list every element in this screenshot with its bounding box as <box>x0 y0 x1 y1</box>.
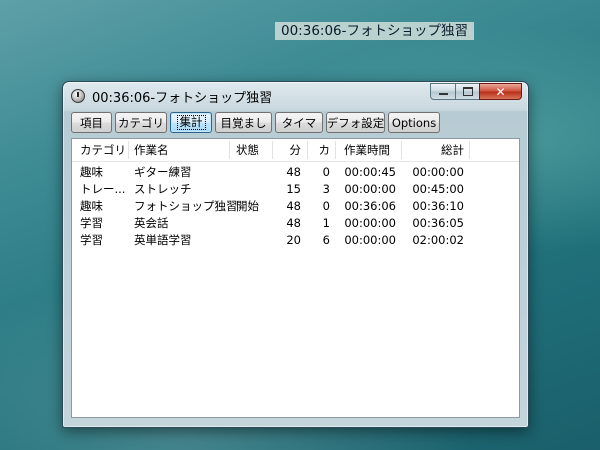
alarm-button[interactable]: 目覚まし <box>215 112 272 133</box>
task-list[interactable]: カテゴリ 作業名 状態 分 カ 作業時間 総計 趣味 ギター練習 48 0 00… <box>71 138 520 418</box>
table-row[interactable]: 学習 英会話 48 1 00:00:00 00:36:05 <box>72 215 519 232</box>
row-category: 学習 <box>80 216 103 230</box>
minimize-icon <box>438 93 448 95</box>
row-total: 00:36:10 <box>412 199 464 213</box>
maximize-button[interactable] <box>455 83 480 100</box>
row-work-time: 00:00:00 <box>344 216 396 230</box>
table-row[interactable]: 趣味 フォトショップ独習 開始 48 0 00:36:06 00:36:10 <box>72 198 519 215</box>
floating-timer-display[interactable]: 00:36:06-フォトショップ独習 <box>275 22 475 40</box>
items-button[interactable]: 項目 <box>71 112 112 133</box>
column-header-category[interactable]: カテゴリ <box>80 139 126 161</box>
app-window: 00:36:06-フォトショップ独習 ✕ 項目 カテゴリ 集計 目覚まし タイマ… <box>62 81 529 428</box>
row-total: 00:45:00 <box>412 182 464 196</box>
row-category: 趣味 <box>80 165 103 179</box>
column-header-status[interactable]: 状態 <box>236 139 259 161</box>
row-total: 02:00:02 <box>412 233 464 247</box>
table-row[interactable]: トレー... ストレッチ 15 3 00:00:00 00:45:00 <box>72 181 519 198</box>
list-header: カテゴリ 作業名 状態 分 カ 作業時間 総計 <box>72 139 519 162</box>
row-task-name: ギター練習 <box>134 165 192 179</box>
column-divider[interactable] <box>469 141 470 159</box>
row-total: 00:36:05 <box>412 216 464 230</box>
row-count: 3 <box>322 182 330 196</box>
title-bar[interactable]: 00:36:06-フォトショップ独習 ✕ <box>63 82 528 110</box>
row-work-time: 00:00:00 <box>344 233 396 247</box>
table-row[interactable]: 趣味 ギター練習 48 0 00:00:45 00:00:00 <box>72 164 519 181</box>
row-count: 1 <box>322 216 330 230</box>
clock-app-icon[interactable] <box>71 89 85 103</box>
row-count: 0 <box>322 165 330 179</box>
row-count: 6 <box>322 233 330 247</box>
column-divider[interactable] <box>335 141 336 159</box>
row-task-name: フォトショップ独習 <box>134 199 238 213</box>
column-divider[interactable] <box>128 141 129 159</box>
row-work-time: 00:00:45 <box>344 165 396 179</box>
column-header-task-name[interactable]: 作業名 <box>134 139 169 161</box>
row-minutes: 15 <box>286 182 301 196</box>
column-divider[interactable] <box>229 141 230 159</box>
row-task-name: ストレッチ <box>134 182 192 196</box>
column-header-total[interactable]: 総計 <box>401 139 464 161</box>
row-category: トレー... <box>80 182 126 196</box>
row-category: 趣味 <box>80 199 103 213</box>
column-header-count[interactable]: カ <box>307 139 331 161</box>
window-title: 00:36:06-フォトショップ独習 <box>92 91 273 106</box>
row-category: 学習 <box>80 233 103 247</box>
table-row[interactable]: 学習 英単語学習 20 6 00:00:00 02:00:02 <box>72 232 519 249</box>
row-task-name: 英会話 <box>134 216 169 230</box>
column-header-minutes[interactable]: 分 <box>272 139 302 161</box>
row-status: 開始 <box>236 199 259 213</box>
row-minutes: 20 <box>286 233 301 247</box>
row-minutes: 48 <box>286 165 301 179</box>
category-button[interactable]: カテゴリ <box>115 112 167 133</box>
row-minutes: 48 <box>286 199 301 213</box>
timer-button[interactable]: タイマ <box>275 112 323 133</box>
row-total: 00:00:00 <box>412 165 464 179</box>
default-settings-button[interactable]: デフォ設定 <box>326 112 385 133</box>
summary-button[interactable]: 集計 <box>170 112 212 133</box>
close-icon: ✕ <box>495 84 506 99</box>
close-button[interactable]: ✕ <box>479 83 522 100</box>
row-task-name: 英単語学習 <box>134 233 192 247</box>
row-work-time: 00:36:06 <box>344 199 396 213</box>
minimize-button[interactable] <box>430 83 456 100</box>
row-work-time: 00:00:00 <box>344 182 396 196</box>
options-button[interactable]: Options <box>388 112 440 133</box>
row-minutes: 48 <box>286 216 301 230</box>
column-header-work-time[interactable]: 作業時間 <box>344 139 390 161</box>
row-count: 0 <box>322 199 330 213</box>
maximize-icon <box>462 87 473 96</box>
